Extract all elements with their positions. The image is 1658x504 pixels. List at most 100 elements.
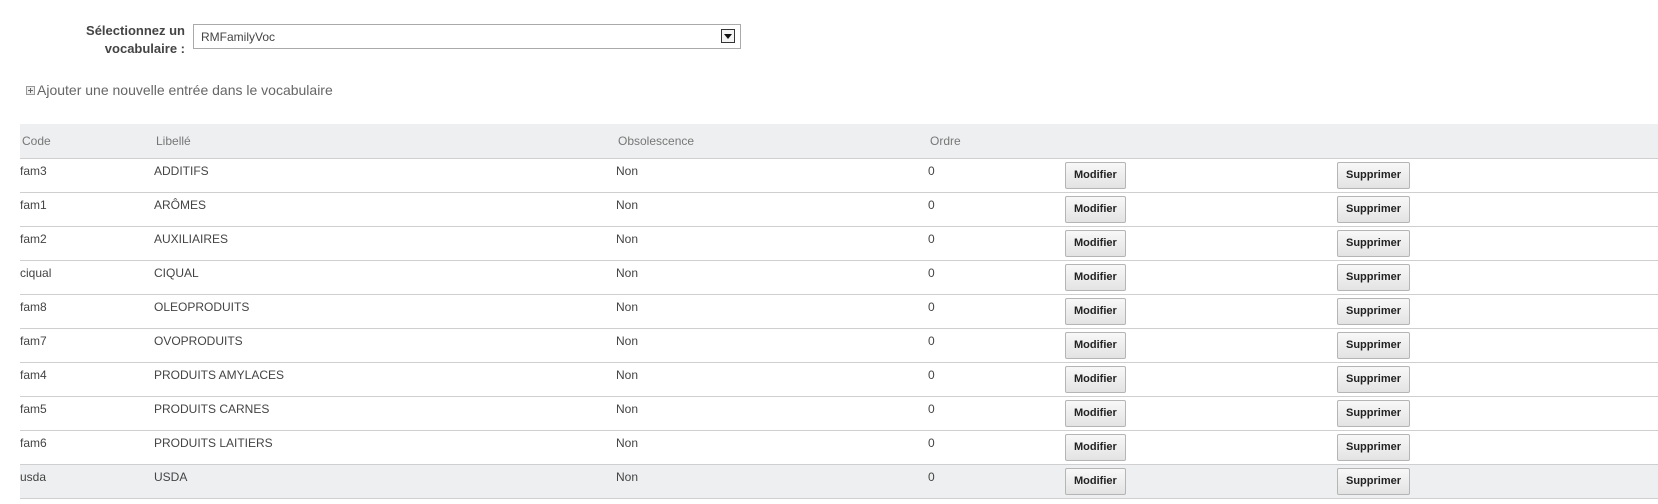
cell-modify: Modifier xyxy=(1065,464,1337,498)
modify-button[interactable]: Modifier xyxy=(1065,433,1126,461)
cell-label: PRODUITS AMYLACES xyxy=(154,367,285,382)
cell-obsolescence: Non xyxy=(616,163,639,178)
modify-button[interactable]: Modifier xyxy=(1065,365,1126,393)
header-code: Code xyxy=(20,124,154,159)
table-header-row: Code Libellé Obsolescence Ordre xyxy=(20,124,1658,159)
header-label: Libellé xyxy=(154,124,616,159)
table-row: usda USDA Non 0 Modifier Supprimer xyxy=(20,464,1658,498)
delete-button[interactable]: Supprimer xyxy=(1337,297,1411,325)
delete-button[interactable]: Supprimer xyxy=(1337,365,1411,393)
cell-label: USDA xyxy=(154,469,188,484)
cell-order: 0 xyxy=(928,265,935,280)
cell-obsolescence: Non xyxy=(616,265,639,280)
table-row: fam6 PRODUITS LAITIERS Non 0 Modifier Supprim… xyxy=(20,430,1658,464)
cell-modify: Modifier xyxy=(1065,260,1337,294)
cell-delete: Supprimer xyxy=(1337,464,1658,498)
cell-code: fam5 xyxy=(20,401,47,416)
delete-button[interactable]: Supprimer xyxy=(1337,263,1411,291)
cell-obsolescence: Non xyxy=(616,401,639,416)
cell-code: fam6 xyxy=(20,435,47,450)
modify-button[interactable]: Modifier xyxy=(1065,161,1126,189)
cell-order: 0 xyxy=(928,299,935,314)
cell-modify: Modifier xyxy=(1065,192,1337,226)
cell-delete: Supprimer xyxy=(1337,260,1658,294)
delete-button[interactable]: Supprimer xyxy=(1337,229,1411,257)
cell-order: 0 xyxy=(928,197,935,212)
vocabulary-select-value: RMFamilyVoc xyxy=(201,30,276,44)
modify-button[interactable]: Modifier xyxy=(1065,263,1126,291)
vocabulary-select-label-line1: Sélectionnez un xyxy=(86,23,185,38)
modify-button[interactable]: Modifier xyxy=(1065,467,1126,495)
table-row: fam5 PRODUITS CARNES Non 0 Modifier Supprimer xyxy=(20,396,1658,430)
cell-obsolescence: Non xyxy=(616,469,639,484)
header-order: Ordre xyxy=(928,124,1065,159)
cell-label: PRODUITS LAITIERS xyxy=(154,435,273,450)
modify-button[interactable]: Modifier xyxy=(1065,399,1126,427)
table-row: fam8 OLEOPRODUITS Non 0 Modifier Supprimer xyxy=(20,294,1658,328)
cell-obsolescence: Non xyxy=(616,299,639,314)
cell-modify: Modifier xyxy=(1065,328,1337,362)
cell-obsolescence: Non xyxy=(616,435,639,450)
cell-code: ciqual xyxy=(20,265,52,280)
cell-code: fam2 xyxy=(20,231,47,246)
modify-button[interactable]: Modifier xyxy=(1065,195,1126,223)
cell-order: 0 xyxy=(928,163,935,178)
table-row: fam1 ARÔMES Non 0 Modifier Supprimer xyxy=(20,192,1658,226)
table-row: fam3 ADDITIFS Non 0 Modifier Supprimer xyxy=(20,158,1658,192)
cell-code: fam1 xyxy=(20,197,47,212)
cell-code: usda xyxy=(20,469,47,484)
cell-obsolescence: Non xyxy=(616,367,639,382)
cell-modify: Modifier xyxy=(1065,430,1337,464)
vocabulary-select-label: Sélectionnez un vocabulaire : xyxy=(40,22,185,58)
vocabulary-select[interactable]: RMFamilyVoc xyxy=(193,24,741,49)
cell-code: fam3 xyxy=(20,163,47,178)
header-modify xyxy=(1065,124,1337,159)
expand-icon[interactable] xyxy=(26,85,35,95)
cell-delete: Supprimer xyxy=(1337,226,1658,260)
table-row: fam2 AUXILIAIRES Non 0 Modifier Supprimer xyxy=(20,226,1658,260)
header-delete xyxy=(1337,124,1658,159)
cell-delete: Supprimer xyxy=(1337,362,1658,396)
cell-order: 0 xyxy=(928,333,935,348)
delete-button[interactable]: Supprimer xyxy=(1337,195,1411,223)
delete-button[interactable]: Supprimer xyxy=(1337,467,1411,495)
table-row: fam7 OVOPRODUITS Non 0 Modifier Supprimer xyxy=(20,328,1658,362)
delete-button[interactable]: Supprimer xyxy=(1337,433,1411,461)
cell-modify: Modifier xyxy=(1065,294,1337,328)
cell-label: CIQUAL xyxy=(154,265,199,280)
cell-modify: Modifier xyxy=(1065,158,1337,192)
cell-label: OLEOPRODUITS xyxy=(154,299,250,314)
cell-delete: Supprimer xyxy=(1337,430,1658,464)
cell-modify: Modifier xyxy=(1065,362,1337,396)
modify-button[interactable]: Modifier xyxy=(1065,331,1126,359)
add-entry-link[interactable]: Ajouter une nouvelle entrée dans le voca… xyxy=(26,82,333,98)
cell-delete: Supprimer xyxy=(1337,158,1658,192)
dropdown-arrow-icon[interactable] xyxy=(721,29,735,43)
cell-order: 0 xyxy=(928,401,935,416)
cell-delete: Supprimer xyxy=(1337,396,1658,430)
vocabulary-table: Code Libellé Obsolescence Ordre fam3 ADDI… xyxy=(20,124,1658,499)
cell-obsolescence: Non xyxy=(616,231,639,246)
vocabulary-select-label-line2: vocabulaire : xyxy=(104,41,185,56)
delete-button[interactable]: Supprimer xyxy=(1337,399,1411,427)
table-row: ciqual CIQUAL Non 0 Modifier Supprimer xyxy=(20,260,1658,294)
table-row: fam4 PRODUITS AMYLACES Non 0 Modifier Supprim… xyxy=(20,362,1658,396)
cell-order: 0 xyxy=(928,435,935,450)
cell-delete: Supprimer xyxy=(1337,192,1658,226)
cell-modify: Modifier xyxy=(1065,226,1337,260)
cell-order: 0 xyxy=(928,231,935,246)
cell-label: PRODUITS CARNES xyxy=(154,401,270,416)
add-entry-label[interactable]: Ajouter une nouvelle entrée dans le voca… xyxy=(37,82,333,98)
cell-obsolescence: Non xyxy=(616,333,639,348)
delete-button[interactable]: Supprimer xyxy=(1337,331,1411,359)
cell-label: ARÔMES xyxy=(154,197,207,212)
cell-delete: Supprimer xyxy=(1337,294,1658,328)
cell-order: 0 xyxy=(928,469,935,484)
modify-button[interactable]: Modifier xyxy=(1065,229,1126,257)
cell-label: ADDITIFS xyxy=(154,163,209,178)
modify-button[interactable]: Modifier xyxy=(1065,297,1126,325)
delete-button[interactable]: Supprimer xyxy=(1337,161,1411,189)
cell-code: fam4 xyxy=(20,367,47,382)
cell-label: OVOPRODUITS xyxy=(154,333,243,348)
cell-code: fam7 xyxy=(20,333,47,348)
